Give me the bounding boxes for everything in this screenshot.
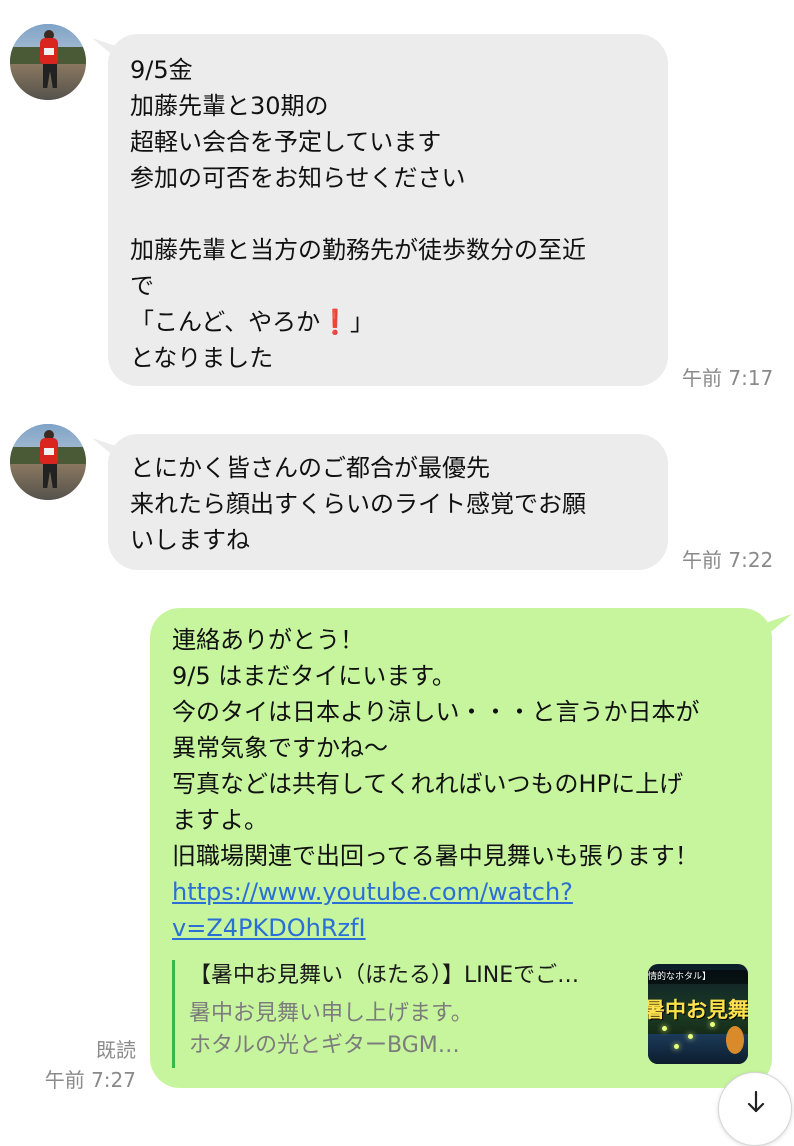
youtube-link[interactable]: https://www.youtube.com/watch? [172,874,772,910]
message-line [130,196,668,232]
message-line: 「こんど、やろか❗」 [130,304,668,340]
message-time: 午前 7:27 [44,1068,136,1092]
preview-description: 暑中お見舞い申し上げます。 [189,1001,473,1026]
quote-close: 」 [349,308,374,336]
scroll-to-bottom-button[interactable] [718,1072,792,1146]
message-line: ますよ。 [172,806,268,834]
message-bubble-incoming[interactable]: とにかく皆さんのご都合が最優先 来れたら顔出すくらいのライト感覚でお願 いします… [108,434,668,570]
thumbnail-title: 暑中お見舞い [648,998,748,1022]
message-line: となりました [130,344,274,372]
thumbnail-caption: 情的なホタル】 [648,970,748,984]
message-line: 旧職場関連で出回ってる暑中見舞いも張ります！ [172,842,699,870]
message-bubble-incoming[interactable]: 9/5金 加藤先輩と30期の 超軽い会合を予定しています 参加の可否をお知らせく… [108,34,668,386]
message-line: 加藤先輩と当方の勤務先が徒歩数分の至近 [130,236,586,264]
message-bubble-outgoing[interactable]: 連絡ありがとう！ 9/5 はまだタイにいます。 今のタイは日本より涼しい・・・と… [150,608,772,1088]
message-line: 今のタイは日本より涼しい・・・と言うか日本が [172,698,700,726]
message-line: 超軽い会合を予定しています [130,128,442,156]
arrow-down-icon [747,1091,765,1113]
message-line: とにかく皆さんのご都合が最優先 [130,454,490,482]
read-receipt: 既読 [96,1038,136,1062]
preview-thumbnail[interactable]: 情的なホタル】 暑中お見舞い [648,964,748,1064]
message-line: 加藤先輩と30期の [130,92,329,120]
preview-description: ホタルの光とギターBGM… [189,1033,460,1058]
message-line: 9/5金 [130,56,193,84]
message-time: 午前 7:17 [682,366,774,390]
message-line: いしますね [130,526,250,554]
exclamation-icon: ❗ [320,308,350,336]
message-line: 異常気象ですかね〜 [172,734,388,762]
message-line: 参加の可否をお知らせください [130,164,466,192]
youtube-link[interactable]: v=Z4PKDOhRzfI [172,910,772,946]
quote-text: 「こんど、やろか [130,308,321,336]
message-line: 9/5 はまだタイにいます。 [172,662,456,690]
preview-title: 【暑中お見舞い（ほたる）】LINEでご… [189,963,580,988]
message-line: で [130,272,154,300]
message-line: 連絡ありがとう！ [172,626,364,654]
sender-avatar[interactable] [10,424,86,500]
message-line: 写真などは共有してくれればいつものHPに上げ [172,770,684,798]
message-line: 来れたら顔出すくらいのライト感覚でお願 [130,490,586,518]
link-preview-card[interactable]: 【暑中お見舞い（ほたる）】LINEでご… 暑中お見舞い申し上げます。 ホタルの光… [172,960,748,1068]
sender-avatar[interactable] [10,24,86,100]
message-time: 午前 7:22 [682,548,774,572]
guitar-icon [726,1026,744,1054]
